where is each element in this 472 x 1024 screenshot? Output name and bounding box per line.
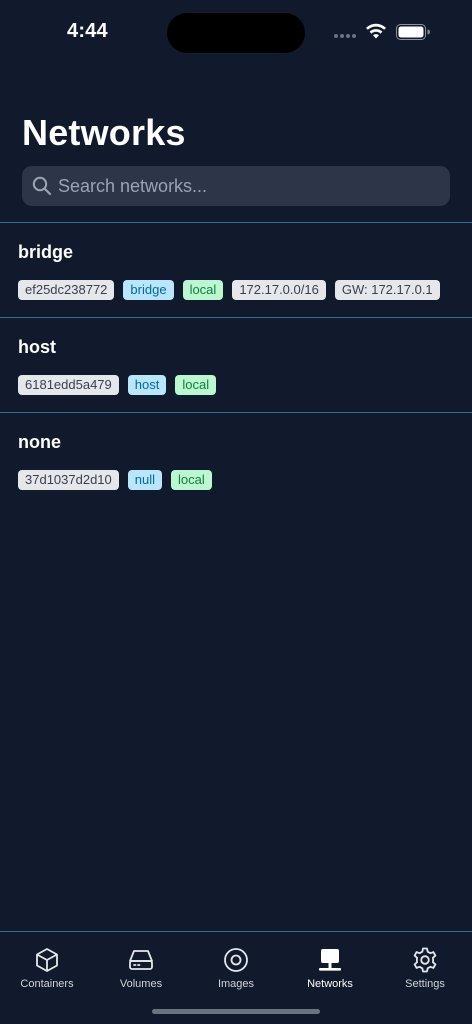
app-screen: 4:44 Networks bridge ef25dc238772	[0, 0, 472, 1024]
gear-icon	[413, 947, 437, 973]
network-tags: 37d1037d2d10 null local	[18, 470, 212, 490]
home-indicator[interactable]	[152, 1009, 320, 1014]
search-input[interactable]	[58, 166, 450, 206]
network-driver-tag: bridge	[123, 280, 174, 300]
tab-images[interactable]: Images	[189, 946, 283, 990]
network-subnet-tag: 172.17.0.0/16	[232, 280, 326, 300]
network-scope-tag: local	[171, 470, 212, 490]
network-gateway-tag: GW: 172.17.0.1	[334, 280, 440, 300]
dynamic-island	[167, 13, 305, 53]
status-bar: 4:44	[0, 0, 472, 64]
battery-icon	[396, 24, 430, 40]
network-list: bridge ef25dc238772 bridge local 172.17.…	[0, 222, 472, 507]
network-name: bridge	[18, 242, 74, 262]
network-row-host[interactable]: host 6181edd5a479 host local	[0, 317, 472, 412]
network-id-tag: 6181edd5a479	[18, 375, 119, 395]
wifi-icon	[366, 23, 386, 39]
signal-dots-icon	[334, 34, 356, 38]
tab-label: Containers	[20, 978, 74, 990]
network-id-tag: ef25dc238772	[18, 280, 115, 300]
disc-icon	[224, 948, 248, 972]
network-name: host	[18, 337, 56, 357]
tab-volumes[interactable]: Volumes	[94, 946, 188, 990]
network-icon	[319, 949, 341, 971]
network-driver-tag: host	[127, 375, 167, 395]
cube-icon	[36, 948, 58, 972]
network-tags: 6181edd5a479 host local	[18, 375, 217, 395]
drive-icon	[129, 950, 153, 970]
network-scope-tag: local	[182, 280, 224, 300]
network-id-tag: 37d1037d2d10	[18, 470, 119, 490]
tab-label: Images	[217, 978, 255, 990]
network-row-none[interactable]: none 37d1037d2d10 null local	[0, 412, 472, 507]
tab-label: Networks	[307, 978, 353, 990]
tab-networks[interactable]: Networks	[283, 946, 377, 990]
tab-settings[interactable]: Settings	[378, 946, 472, 990]
network-driver-tag: null	[127, 470, 163, 490]
network-name: none	[18, 432, 61, 452]
status-time: 4:44	[67, 20, 108, 42]
search-icon	[32, 176, 52, 196]
page-title: Networks	[22, 112, 186, 153]
search-bar[interactable]	[22, 166, 450, 206]
network-scope-tag: local	[175, 375, 217, 395]
tab-label: Volumes	[119, 978, 163, 990]
network-row-bridge[interactable]: bridge ef25dc238772 bridge local 172.17.…	[0, 222, 472, 317]
tab-label: Settings	[405, 978, 445, 990]
tab-containers[interactable]: Containers	[0, 946, 94, 990]
network-tags: ef25dc238772 bridge local 172.17.0.0/16 …	[18, 280, 440, 300]
